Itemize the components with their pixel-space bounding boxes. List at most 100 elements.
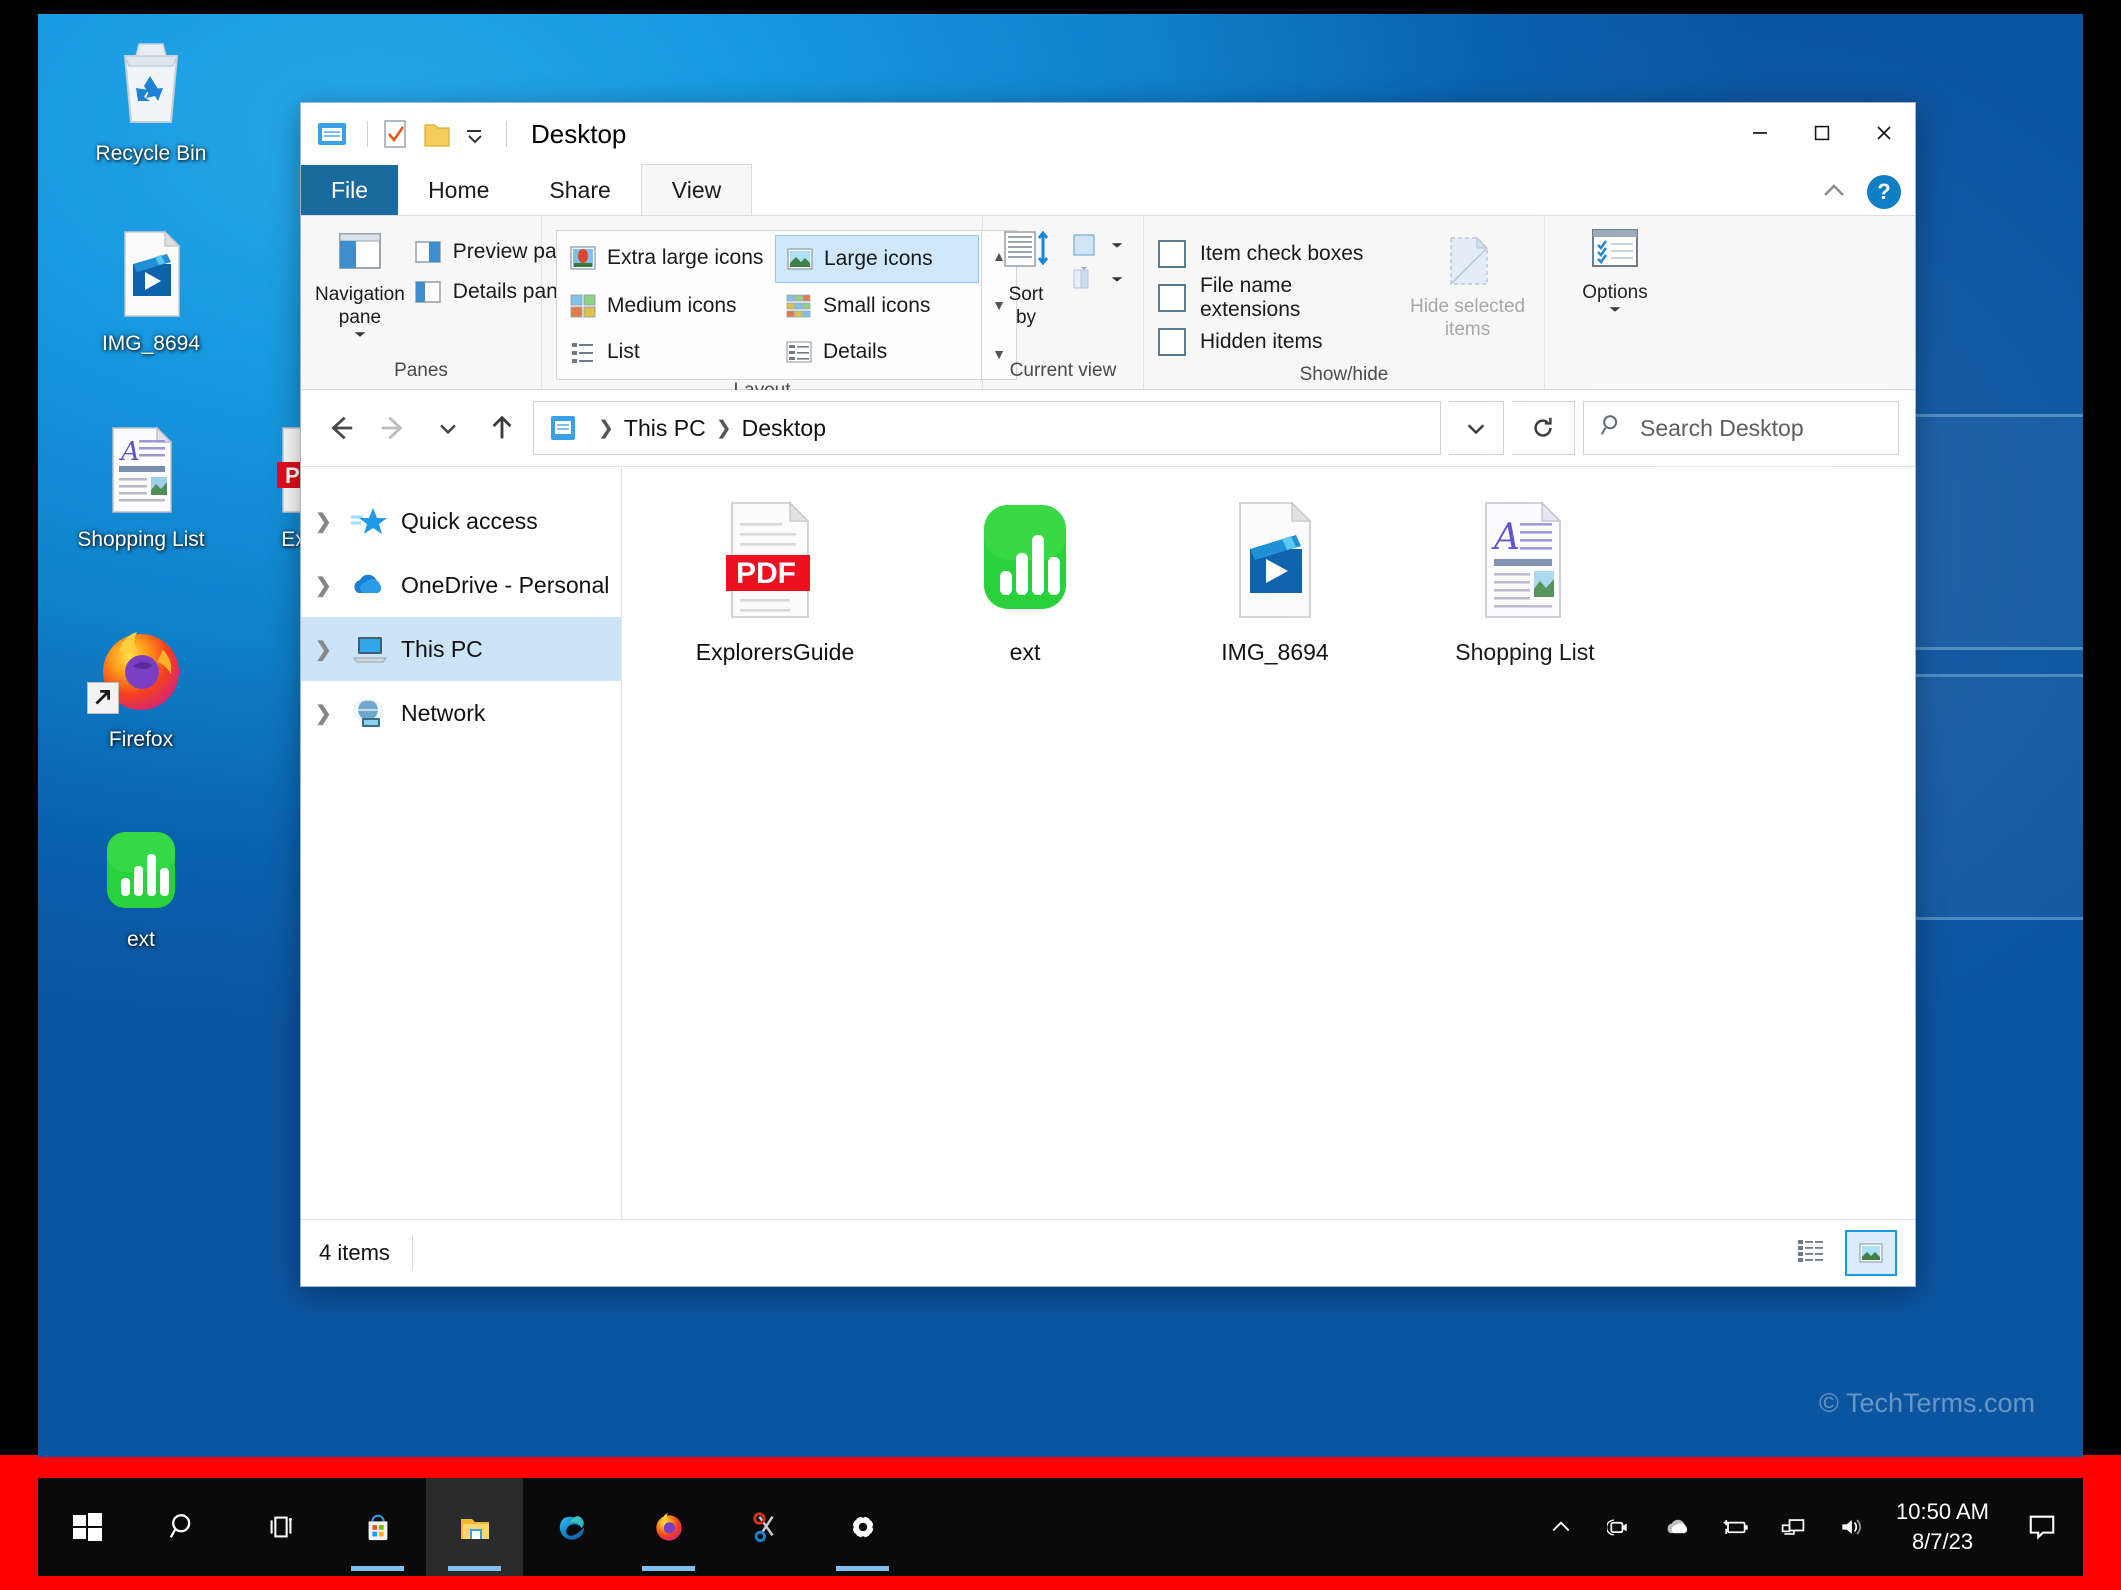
file-explorer-window[interactable]: Desktop File Home Share View ? Navigatio… — [300, 102, 1916, 1287]
sidebar-item-quick-access[interactable]: ❯ Quick access — [301, 489, 621, 553]
collapse-ribbon-button[interactable] — [1819, 180, 1849, 205]
file-list[interactable]: PDF ExplorersGuide ext IMG_8694 A Shoppi… — [622, 467, 1915, 1219]
chevron-right-icon[interactable]: ❯ — [315, 509, 349, 534]
forward-button[interactable] — [371, 405, 417, 451]
file-name-label: ext — [1009, 639, 1041, 665]
settings-button[interactable] — [814, 1478, 911, 1576]
checkbox-icon[interactable] — [1158, 240, 1186, 268]
file-item-img-8694[interactable]: IMG_8694 — [1150, 489, 1400, 666]
ribbon-group-label: Current view — [1009, 360, 1117, 381]
file-name-extensions-checkbox[interactable]: File name extensions — [1158, 274, 1389, 321]
action-center-button[interactable] — [2005, 1478, 2079, 1576]
large-icons-view-button[interactable] — [1845, 1230, 1897, 1276]
minimize-button[interactable] — [1729, 103, 1791, 163]
ribbon-group-label — [1545, 360, 1685, 389]
item-check-boxes-checkbox[interactable]: Item check boxes — [1158, 232, 1389, 276]
maximize-button[interactable] — [1791, 103, 1853, 163]
file-item-explorers-guide[interactable]: PDF ExplorersGuide — [650, 489, 900, 666]
breadcrumb-separator: ❯ — [598, 417, 614, 439]
sidebar-item-network[interactable]: ❯ Network — [301, 681, 621, 745]
file-explorer-button[interactable] — [426, 1478, 523, 1576]
breadcrumb[interactable]: ❯ This PC ❯ Desktop — [533, 401, 1441, 455]
desktop-icon-ext[interactable]: ext — [56, 822, 226, 953]
details-view-button[interactable] — [1787, 1230, 1835, 1272]
checkbox-icon[interactable] — [1158, 328, 1186, 356]
navigation-pane[interactable]: ❯ Quick access ❯ OneDrive - Personal ❯ T… — [301, 467, 622, 1219]
close-button[interactable] — [1853, 103, 1915, 163]
tab-view[interactable]: View — [640, 164, 753, 215]
view-medium-icons[interactable]: Medium icons — [559, 283, 775, 329]
desktop[interactable]: Recycle Bin IMG_8694 A Shopping List P F… — [38, 14, 2083, 1457]
view-large-icons[interactable]: Large icons — [775, 235, 979, 283]
chevron-down-icon — [354, 332, 366, 337]
numbers-app-icon — [962, 497, 1088, 623]
view-list[interactable]: List — [559, 329, 775, 375]
hide-selected-items-button[interactable]: Hide selected items — [1405, 232, 1530, 341]
edge-button[interactable] — [523, 1478, 620, 1576]
start-button[interactable] — [38, 1478, 135, 1576]
file-item-shopping-list[interactable]: A Shopping List — [1400, 489, 1650, 666]
layout-gallery[interactable]: Extra large icons Large icons Medium ico… — [556, 230, 1017, 380]
ethernet-icon[interactable] — [1764, 1478, 1822, 1576]
search-button[interactable] — [135, 1478, 232, 1576]
view-details[interactable]: Details — [775, 329, 977, 375]
desktop-icon-label: Recycle Bin — [95, 142, 207, 165]
search-input[interactable]: Search Desktop — [1583, 401, 1899, 455]
microsoft-store-button[interactable] — [329, 1478, 426, 1576]
size-columns-button[interactable] — [1065, 262, 1129, 296]
task-view-button[interactable] — [232, 1478, 329, 1576]
chevron-right-icon[interactable]: ❯ — [315, 701, 349, 726]
checkbox-label: Item check boxes — [1200, 242, 1364, 265]
snipping-tool-button[interactable] — [717, 1478, 814, 1576]
options-button[interactable]: Options — [1559, 226, 1671, 314]
add-columns-button[interactable] — [1065, 228, 1129, 262]
sidebar-item-onedrive[interactable]: ❯ OneDrive - Personal — [301, 553, 621, 617]
video-file-icon — [103, 226, 199, 322]
file-item-ext[interactable]: ext — [900, 489, 1150, 666]
title-bar[interactable]: Desktop — [301, 103, 1915, 165]
sidebar-item-this-pc[interactable]: ❯ This PC — [301, 617, 621, 681]
speaker-icon[interactable] — [1822, 1478, 1880, 1576]
desktop-icon-shopping-list[interactable]: A Shopping List — [56, 422, 226, 553]
breadcrumb-desktop[interactable]: Desktop — [742, 415, 826, 442]
taskbar[interactable]: 10:50 AM 8/7/23 — [38, 1478, 2083, 1576]
desktop-icon-firefox[interactable]: Firefox — [56, 622, 226, 753]
up-button[interactable] — [479, 405, 525, 451]
view-extra-large-icons[interactable]: Extra large icons — [559, 235, 775, 281]
ribbon-tab-actions[interactable]: ? — [1819, 175, 1901, 209]
breadcrumb-this-pc[interactable]: This PC — [624, 415, 706, 442]
back-button[interactable] — [317, 405, 363, 451]
sidebar-item-label: Network — [401, 699, 486, 726]
view-small-icons[interactable]: Small icons — [775, 283, 977, 329]
system-tray[interactable]: 10:50 AM 8/7/23 — [1532, 1478, 2083, 1576]
tab-file[interactable]: File — [301, 165, 399, 215]
show-hidden-icons-button[interactable] — [1532, 1478, 1590, 1576]
address-bar[interactable]: ❯ This PC ❯ Desktop Search Desktop — [301, 390, 1915, 466]
onedrive-cloud-icon[interactable] — [1648, 1478, 1706, 1576]
chevron-right-icon[interactable]: ❯ — [315, 573, 349, 598]
new-folder-icon[interactable] — [420, 117, 454, 151]
hidden-items-checkbox[interactable]: Hidden items — [1158, 320, 1389, 364]
properties-icon[interactable] — [378, 117, 412, 151]
refresh-button[interactable] — [1512, 401, 1575, 455]
desktop-icon-recycle-bin[interactable]: Recycle Bin — [66, 36, 236, 167]
firefox-button[interactable] — [620, 1478, 717, 1576]
checkbox-icon[interactable] — [1158, 284, 1186, 312]
desktop-icon-img-8694[interactable]: IMG_8694 — [66, 226, 236, 357]
battery-charging-icon[interactable] — [1706, 1478, 1764, 1576]
video-file-icon — [1212, 497, 1338, 623]
navigation-pane-button[interactable]: Navigation pane — [315, 226, 405, 339]
ribbon[interactable]: Navigation pane Preview pane Details pan… — [301, 215, 1915, 401]
help-button[interactable]: ? — [1867, 175, 1901, 209]
tab-home[interactable]: Home — [398, 165, 519, 215]
tab-share[interactable]: Share — [519, 165, 640, 215]
camera-icon[interactable] — [1590, 1478, 1648, 1576]
address-history-button[interactable] — [1449, 401, 1504, 455]
recent-locations-button[interactable] — [425, 405, 471, 451]
taskbar-clock[interactable]: 10:50 AM 8/7/23 — [1880, 1497, 2005, 1557]
ribbon-tabs[interactable]: File Home Share View ? — [301, 164, 1915, 215]
chevron-right-icon[interactable]: ❯ — [315, 637, 349, 662]
sort-by-button[interactable]: Sort by — [997, 226, 1055, 329]
customize-chevron-icon[interactable] — [462, 117, 488, 151]
window-controls[interactable] — [1729, 103, 1915, 163]
